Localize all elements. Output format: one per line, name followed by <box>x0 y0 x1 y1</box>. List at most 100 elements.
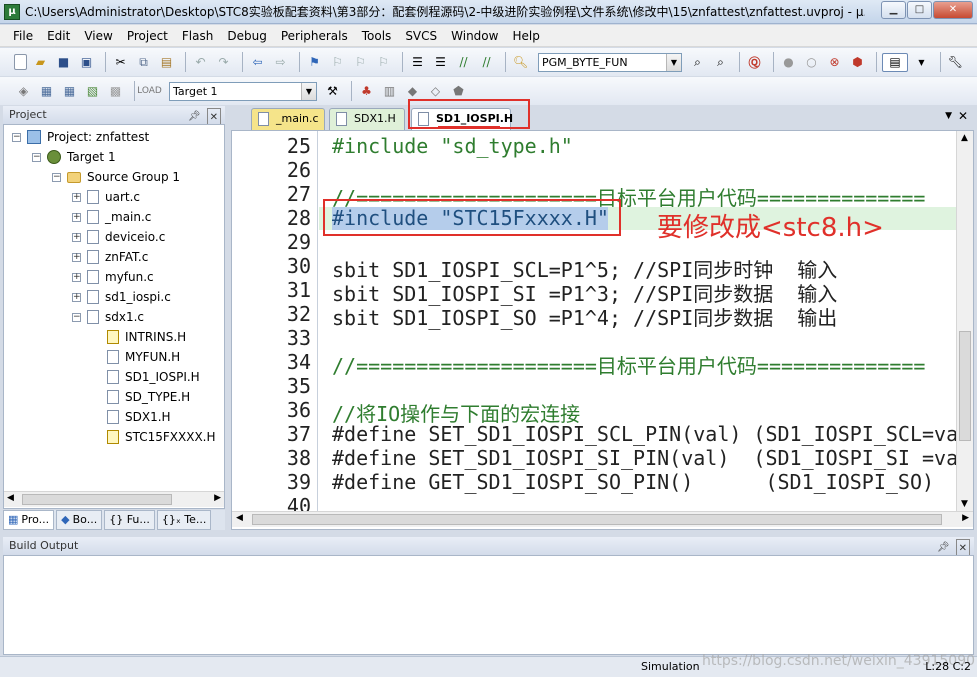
close-button[interactable]: ✕ <box>933 1 973 19</box>
clear-breakpoints-icon[interactable]: ⬢ <box>848 53 867 72</box>
collapse-icon[interactable]: − <box>52 172 61 182</box>
tree-project-root[interactable]: − Project: znfattest <box>12 127 149 147</box>
tree-file-myfun[interactable]: + myfun.c <box>72 267 154 287</box>
tree-file-sdx1[interactable]: − sdx1.c <box>72 307 144 327</box>
pack-installer-icon[interactable]: ◇ <box>426 82 445 101</box>
manage-components-icon[interactable]: ♣ <box>357 82 376 101</box>
configure-icon[interactable]: 🔧︎ <box>946 53 965 72</box>
tree-file-znfat[interactable]: + znFAT.c <box>72 247 148 267</box>
tab-sdx1-h[interactable]: SDX1.H <box>329 108 405 130</box>
find-icon[interactable]: ⌕ <box>688 53 707 72</box>
menu-view[interactable]: View <box>77 25 119 47</box>
code-area[interactable]: #include "sd_type.h" //=================… <box>319 131 957 511</box>
translate-icon[interactable]: ◈ <box>14 82 33 101</box>
scroll-right-icon[interactable]: ▶ <box>962 513 969 523</box>
chevron-down-icon[interactable]: ▼ <box>666 53 681 71</box>
collapse-icon[interactable]: − <box>12 132 21 142</box>
scroll-right-icon[interactable]: ▶ <box>214 493 221 503</box>
build-icon[interactable]: ▦ <box>37 82 56 101</box>
redo-icon[interactable]: ↷ <box>214 53 233 72</box>
tab-project[interactable]: ▦ Pro... <box>3 510 55 530</box>
tree-source-group[interactable]: − Source Group 1 <box>52 167 180 187</box>
function-combo[interactable]: PGM_BYTE_FUN ▼ <box>538 52 682 72</box>
uncomment-icon[interactable]: // <box>477 53 496 72</box>
collapse-icon[interactable]: − <box>72 312 81 322</box>
tree-target[interactable]: − Target 1 <box>32 147 116 167</box>
tree-header-stc15fxxxx[interactable]: STC15FXXXX.H <box>107 427 216 447</box>
menu-svcs[interactable]: SVCS <box>398 25 444 47</box>
tab-functions[interactable]: {} Fu... <box>104 510 155 530</box>
find-in-files-icon[interactable]: 🔍︎ <box>511 53 530 72</box>
copy-icon[interactable]: ⧉ <box>134 53 153 72</box>
menu-flash[interactable]: Flash <box>175 25 220 47</box>
tab-main-c[interactable]: _main.c <box>251 108 325 130</box>
scroll-left-icon[interactable]: ◀ <box>7 493 14 503</box>
prev-bookmark-icon[interactable]: ⚐ <box>328 53 347 72</box>
expand-icon[interactable]: + <box>72 212 81 222</box>
tab-books[interactable]: ◆ Bo... <box>56 510 103 530</box>
tree-header-myfun[interactable]: MYFUN.H <box>107 347 180 367</box>
tab-templates[interactable]: {}ₓ Te... <box>156 510 212 530</box>
target-combo[interactable]: Target 1 ▼ <box>169 81 317 101</box>
unindent-icon[interactable]: ☰ <box>431 53 450 72</box>
tree-header-intrins[interactable]: INTRINS.H <box>107 327 186 347</box>
scroll-thumb[interactable] <box>22 494 172 505</box>
tree-file-main[interactable]: + _main.c <box>72 207 151 227</box>
menu-help[interactable]: Help <box>505 25 546 47</box>
close-tab-icon[interactable]: ✕ <box>958 109 968 123</box>
rebuild-icon[interactable]: ▦ <box>60 82 79 101</box>
tab-list-dropdown-icon[interactable]: ▼ <box>945 111 952 121</box>
menu-window[interactable]: Window <box>444 25 505 47</box>
undo-icon[interactable]: ↶ <box>191 53 210 72</box>
collapse-icon[interactable]: − <box>32 152 41 162</box>
expand-icon[interactable]: + <box>72 272 81 282</box>
scroll-thumb[interactable] <box>959 331 971 441</box>
minimize-button[interactable]: ▁ <box>881 1 906 19</box>
new-file-icon[interactable] <box>14 54 27 70</box>
save-all-icon[interactable]: ▣ <box>77 53 96 72</box>
save-icon[interactable]: ■ <box>54 53 73 72</box>
expand-icon[interactable]: + <box>72 232 81 242</box>
scroll-left-icon[interactable]: ◀ <box>236 513 243 523</box>
tree-file-sd1-iospi[interactable]: + sd1_iospi.c <box>72 287 171 307</box>
scroll-thumb[interactable] <box>252 514 942 525</box>
navigate-forward-icon[interactable]: ⇨ <box>271 53 290 72</box>
editor-vscrollbar[interactable]: ▲ ▼ <box>956 131 973 511</box>
window-layout-icon[interactable]: ▤ <box>882 52 908 72</box>
stop-build-icon[interactable]: ▩ <box>106 82 125 101</box>
disable-breakpoint-icon[interactable]: ○ <box>802 53 821 72</box>
project-hscrollbar[interactable]: ◀ ▶ <box>4 491 224 507</box>
code-editor[interactable]: 25 26 27 28 29 30 31 32 33 34 35 36 37 3… <box>231 130 974 530</box>
cut-icon[interactable]: ✂ <box>111 53 130 72</box>
expand-icon[interactable]: + <box>72 292 81 302</box>
kill-breakpoints-icon[interactable]: ⊗ <box>825 53 844 72</box>
incremental-find-icon[interactable]: ⌕ <box>711 53 730 72</box>
breakpoint-icon[interactable]: ● <box>779 53 798 72</box>
maximize-button[interactable]: □ <box>907 1 932 19</box>
chevron-down-icon[interactable]: ▼ <box>912 53 931 72</box>
tree-file-uart[interactable]: + uart.c <box>72 187 140 207</box>
menu-tools[interactable]: Tools <box>355 25 399 47</box>
menu-debug[interactable]: Debug <box>220 25 273 47</box>
chevron-down-icon[interactable]: ▼ <box>301 82 316 100</box>
scroll-up-icon[interactable]: ▲ <box>961 133 968 143</box>
tree-header-sdx1[interactable]: SDX1.H <box>107 407 171 427</box>
editor-hscrollbar[interactable]: ◀ ▶ <box>232 511 973 527</box>
menu-edit[interactable]: Edit <box>40 25 77 47</box>
menu-file[interactable]: File <box>6 25 40 47</box>
indent-icon[interactable]: ☰ <box>408 53 427 72</box>
tree-file-deviceio[interactable]: + deviceio.c <box>72 227 165 247</box>
file-extensions-icon[interactable]: ▥ <box>380 82 399 101</box>
tree-header-sd1-iospi[interactable]: SD1_IOSPI.H <box>107 367 200 387</box>
comment-icon[interactable]: // <box>454 53 473 72</box>
tree-header-sd-type[interactable]: SD_TYPE.H <box>107 387 190 407</box>
paste-icon[interactable]: ▤ <box>157 53 176 72</box>
next-bookmark-icon[interactable]: ⚐ <box>351 53 370 72</box>
expand-icon[interactable]: + <box>72 252 81 262</box>
batch-build-icon[interactable]: ▧ <box>83 82 102 101</box>
debug-session-icon[interactable]: Ⓠ <box>745 53 764 72</box>
scroll-down-icon[interactable]: ▼ <box>961 499 968 509</box>
menu-peripherals[interactable]: Peripherals <box>274 25 355 47</box>
open-folder-icon[interactable]: ▰ <box>31 53 50 72</box>
target-options-icon[interactable]: ⚒ <box>323 82 342 101</box>
